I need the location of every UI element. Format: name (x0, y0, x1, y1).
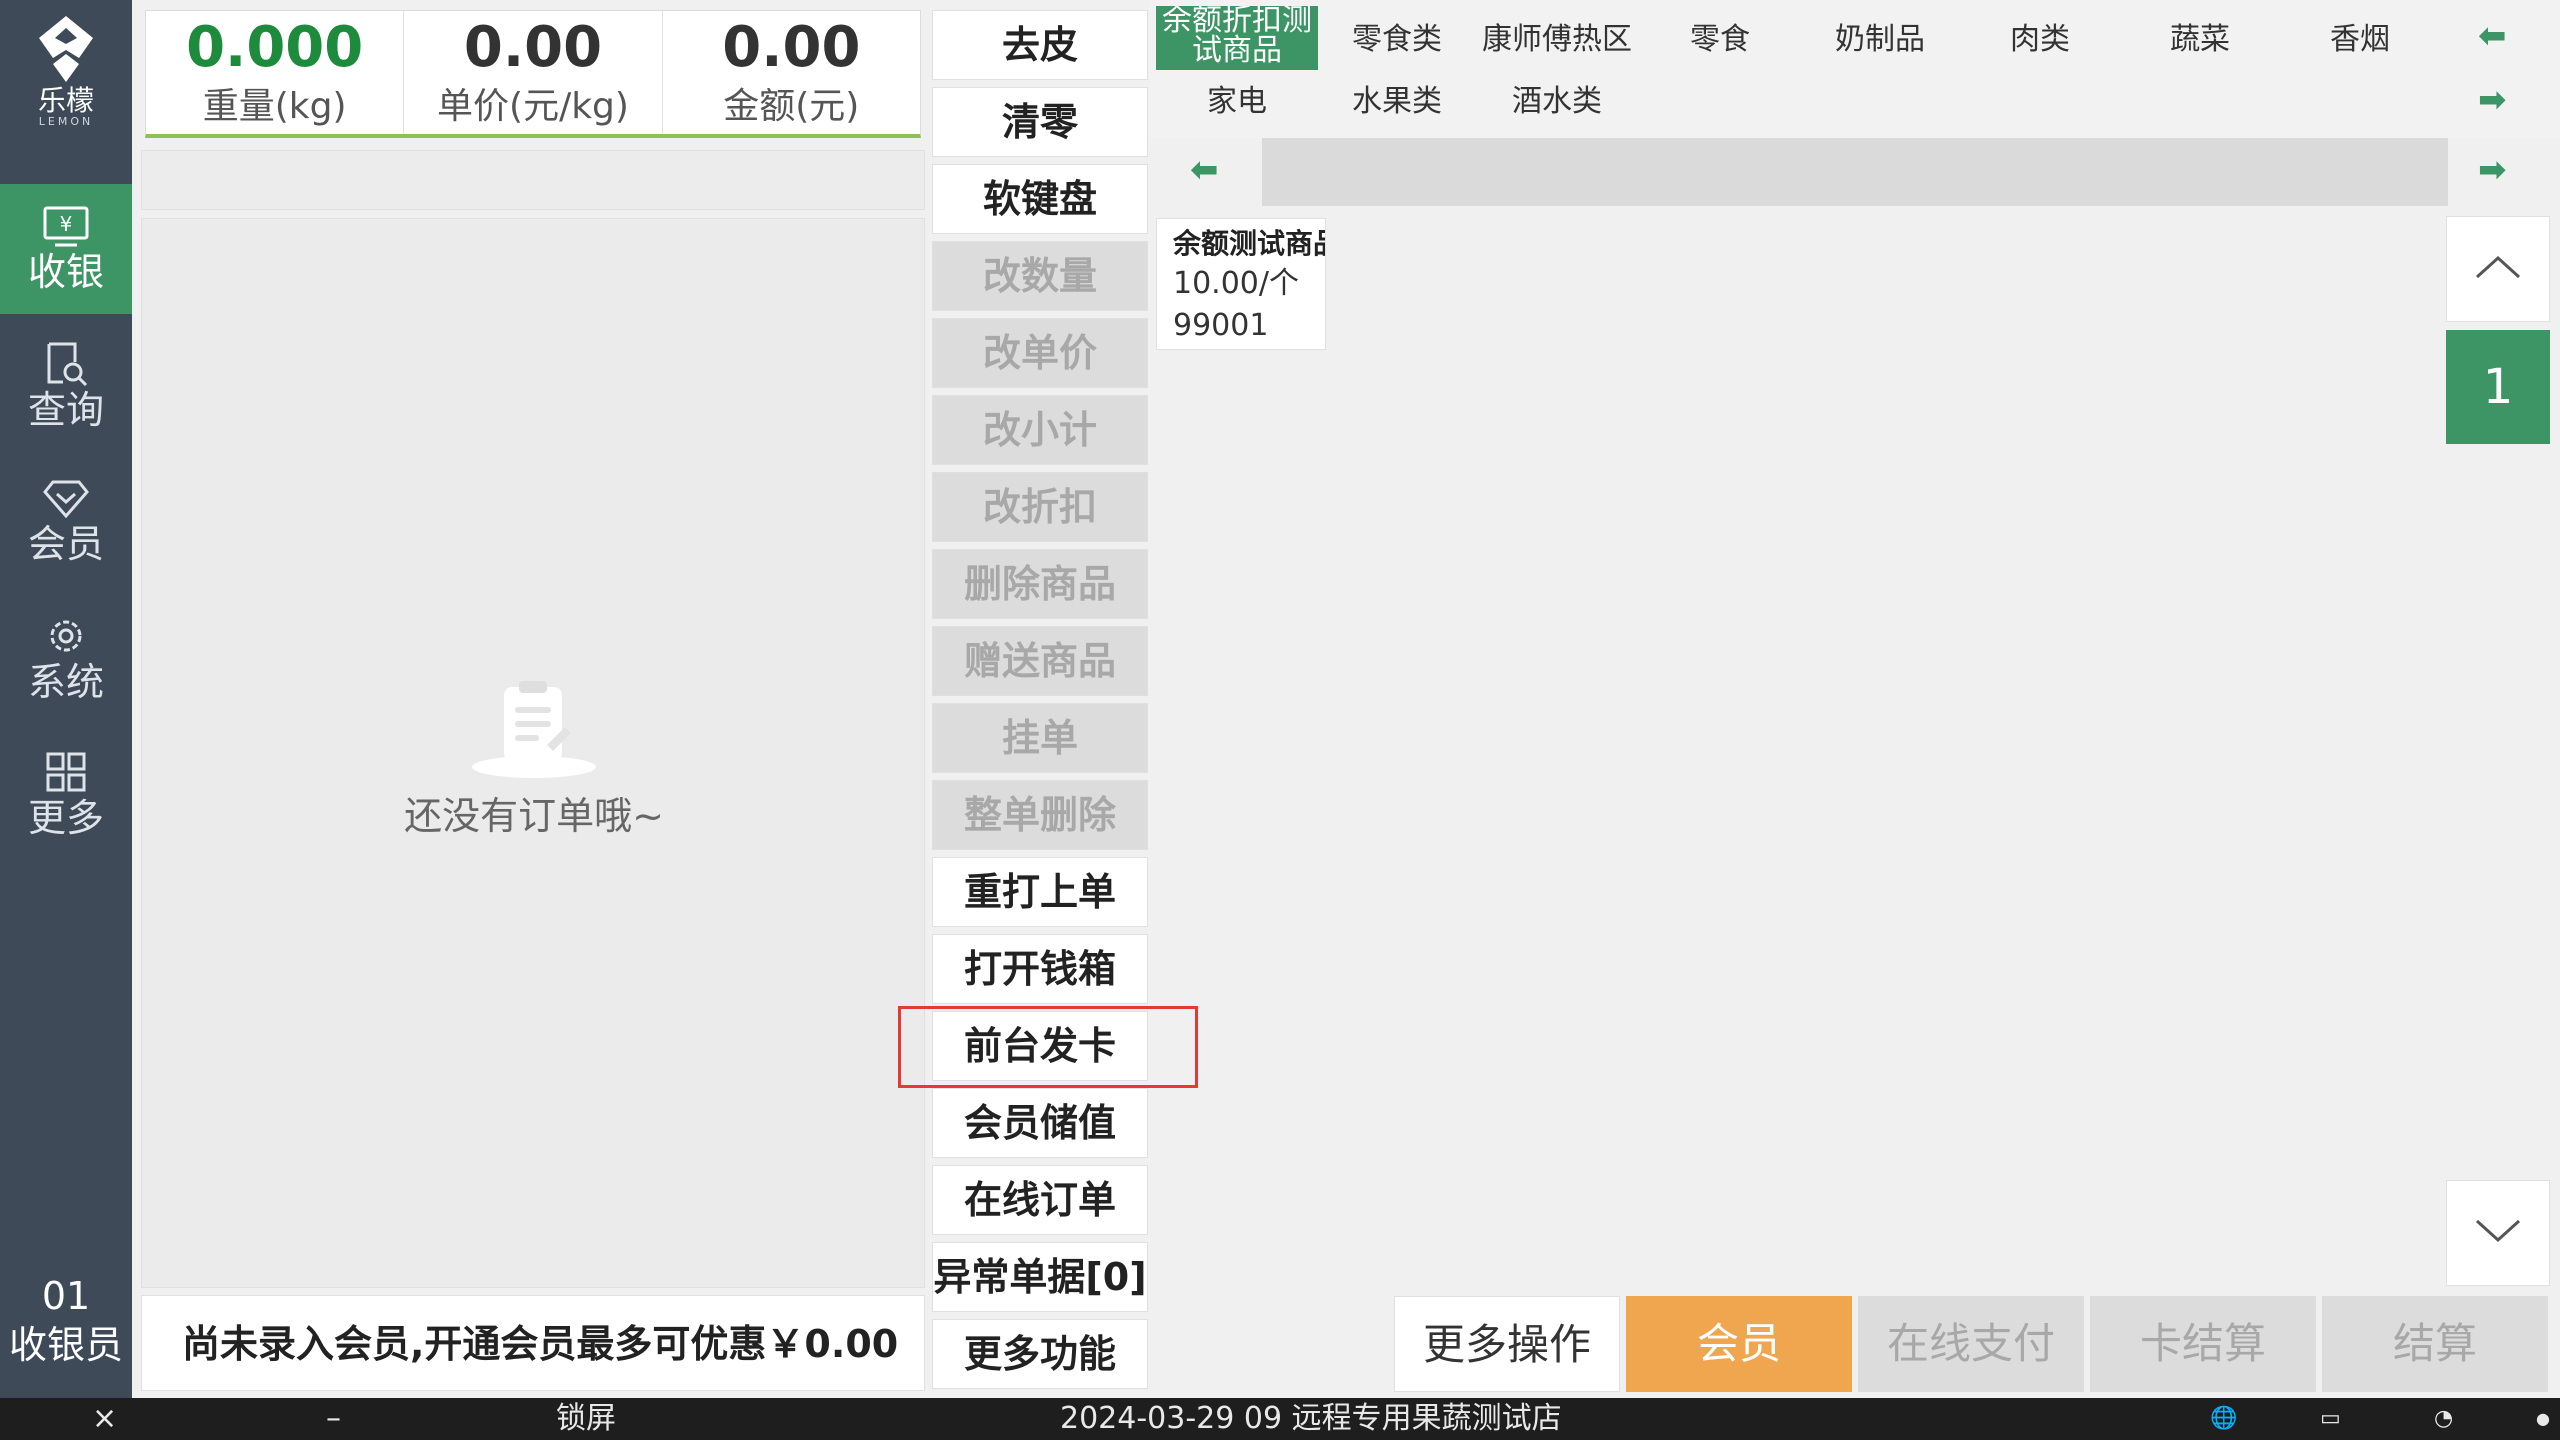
product-card[interactable]: 余额测试商品 10.00/个 99001 (1156, 218, 1326, 350)
nav-system-label: 系统 (27, 660, 104, 704)
grid-icon (46, 752, 86, 792)
globe-icon: 🌐 (2210, 1406, 2238, 1431)
amount-cell: 0.00 金额(元) (663, 11, 920, 134)
subcategory-prev-arrow-icon[interactable]: ⬅ (1190, 150, 1219, 190)
member-button[interactable]: 会员 (1626, 1296, 1852, 1392)
cashier-number: 01 (41, 1274, 91, 1318)
category-item[interactable]: 康师傅热区 (1472, 20, 1642, 60)
category-item[interactable]: 蔬菜 (2140, 20, 2260, 60)
order-list[interactable]: 还没有订单哦~ (141, 218, 925, 1288)
nav-member-label: 会员 (27, 522, 104, 566)
category-next-arrow-icon[interactable]: ➡ (2478, 80, 2507, 120)
gear-icon (50, 620, 82, 652)
subcategory-scroll-strip[interactable] (1262, 138, 2448, 206)
diamond-icon (43, 480, 89, 519)
product-price: 10.00/个 (1173, 266, 1299, 301)
tare-button[interactable]: 去皮 (932, 10, 1148, 80)
logo-name: 乐檬 (37, 84, 94, 117)
weight-cell: 0.000 重量(kg) (146, 11, 405, 134)
wifi-icon: ◔ (2434, 1406, 2454, 1431)
query-icon (47, 342, 88, 386)
lock-screen-button[interactable]: 锁屏 (556, 1398, 616, 1440)
card-pay-button[interactable]: 卡结算 (2090, 1296, 2316, 1392)
empty-order-text: 还没有订单哦~ (404, 794, 664, 838)
category-item[interactable]: 香烟 (2300, 20, 2420, 60)
cashier-icon: ¥ (43, 206, 89, 247)
cashier-label: 收银员 (8, 1323, 123, 1367)
change-price-button[interactable]: 改单价 (932, 318, 1148, 388)
weight-value: 0.000 (186, 15, 364, 80)
minimize-icon[interactable]: – (326, 1398, 341, 1440)
member-recharge-button[interactable]: 会员储值 (932, 1088, 1148, 1158)
price-cell: 0.00 单价(元/kg) (404, 11, 663, 134)
delete-order-button[interactable]: 整单删除 (932, 780, 1148, 850)
abnormal-bills-button[interactable]: 异常单据[0] (932, 1242, 1148, 1312)
change-subtotal-button[interactable]: 改小计 (932, 395, 1148, 465)
page-down-button[interactable] (2446, 1180, 2550, 1286)
sidebar: 乐檬 LEMON ¥ 收银 查询 会员 系统 更多 01 收银员 (0, 0, 132, 1398)
taskbar: × – 锁屏 2024-03-29 09 远程专用果蔬测试店 🌐 ▭ ◔ ● (0, 1398, 2560, 1440)
subcategory-next-arrow-icon[interactable]: ➡ (2478, 150, 2507, 190)
nav-system[interactable]: 系统 (0, 592, 132, 722)
hold-order-button[interactable]: 挂单 (932, 703, 1148, 773)
app-logo: 乐檬 LEMON (0, 14, 132, 144)
delete-item-button[interactable]: 删除商品 (932, 549, 1148, 619)
empty-order-placeholder: 还没有订单哦~ (142, 679, 926, 840)
nav-more[interactable]: 更多 (0, 728, 132, 858)
category-active[interactable]: 余额折扣测试商品 (1156, 6, 1318, 70)
cashier-info: 01 收银员 (0, 1272, 132, 1370)
chevron-down-icon (2475, 1219, 2521, 1243)
chevron-up-icon (2475, 255, 2521, 279)
nav-cashier[interactable]: ¥ 收银 (0, 184, 132, 314)
lemon-logo-icon (39, 16, 93, 82)
change-quantity-button[interactable]: 改数量 (932, 241, 1148, 311)
logo-subtitle: LEMON (38, 115, 94, 128)
svg-text:¥: ¥ (60, 212, 73, 236)
checkout-button[interactable]: 结算 (2322, 1296, 2548, 1392)
more-functions-button[interactable]: 更多功能 (932, 1319, 1148, 1389)
reprint-button[interactable]: 重打上单 (932, 857, 1148, 927)
nav-cashier-label: 收银 (27, 250, 104, 294)
status-dot-icon: ● (2536, 1409, 2550, 1428)
close-icon[interactable]: × (92, 1398, 117, 1440)
more-operations-button[interactable]: 更多操作 (1394, 1296, 1620, 1392)
category-prev-arrow-icon[interactable]: ⬅ (2478, 16, 2507, 56)
category-item[interactable]: 酒水类 (1500, 82, 1614, 122)
online-pay-button[interactable]: 在线支付 (1858, 1296, 2084, 1392)
category-item[interactable]: 奶制品 (1818, 20, 1942, 60)
monitor-icon: ▭ (2320, 1406, 2341, 1431)
page-up-button[interactable] (2446, 216, 2550, 322)
nav-query[interactable]: 查询 (0, 320, 132, 450)
order-header-strip (141, 150, 925, 210)
category-item[interactable]: 水果类 (1340, 82, 1454, 122)
gift-item-button[interactable]: 赠送商品 (932, 626, 1148, 696)
price-unit: 单价(元/kg) (437, 86, 629, 127)
weight-unit: 重量(kg) (202, 86, 347, 127)
product-name: 余额测试商品 (1173, 227, 1326, 260)
online-orders-button[interactable]: 在线订单 (932, 1165, 1148, 1235)
scale-display: 0.000 重量(kg) 0.00 单价(元/kg) 0.00 金额(元) (145, 10, 921, 138)
category-item[interactable]: 零食 (1660, 20, 1780, 60)
open-cash-drawer-button[interactable]: 打开钱箱 (932, 934, 1148, 1004)
current-page: 1 (2446, 330, 2550, 444)
nav-query-label: 查询 (27, 388, 104, 432)
issue-card-highlight-box (898, 1006, 1198, 1088)
nav-member[interactable]: 会员 (0, 456, 132, 586)
category-item[interactable]: 肉类 (1980, 20, 2100, 60)
nav-more-label: 更多 (27, 796, 104, 840)
category-item[interactable]: 家电 (1180, 82, 1294, 122)
price-value: 0.00 (463, 15, 603, 80)
clipboard-empty-icon (472, 681, 596, 778)
amount-value: 0.00 (722, 15, 861, 80)
product-code: 99001 (1173, 308, 1269, 343)
category-item[interactable]: 零食类 (1340, 20, 1454, 60)
amount-unit: 金额(元) (723, 86, 860, 127)
change-discount-button[interactable]: 改折扣 (932, 472, 1148, 542)
zero-button[interactable]: 清零 (932, 87, 1148, 157)
soft-keyboard-button[interactable]: 软键盘 (932, 164, 1148, 234)
taskbar-status: 2024-03-29 09 远程专用果蔬测试店 (1060, 1401, 1562, 1436)
member-hint: 尚未录入会员,开通会员最多可优惠￥0.00 (141, 1295, 925, 1391)
